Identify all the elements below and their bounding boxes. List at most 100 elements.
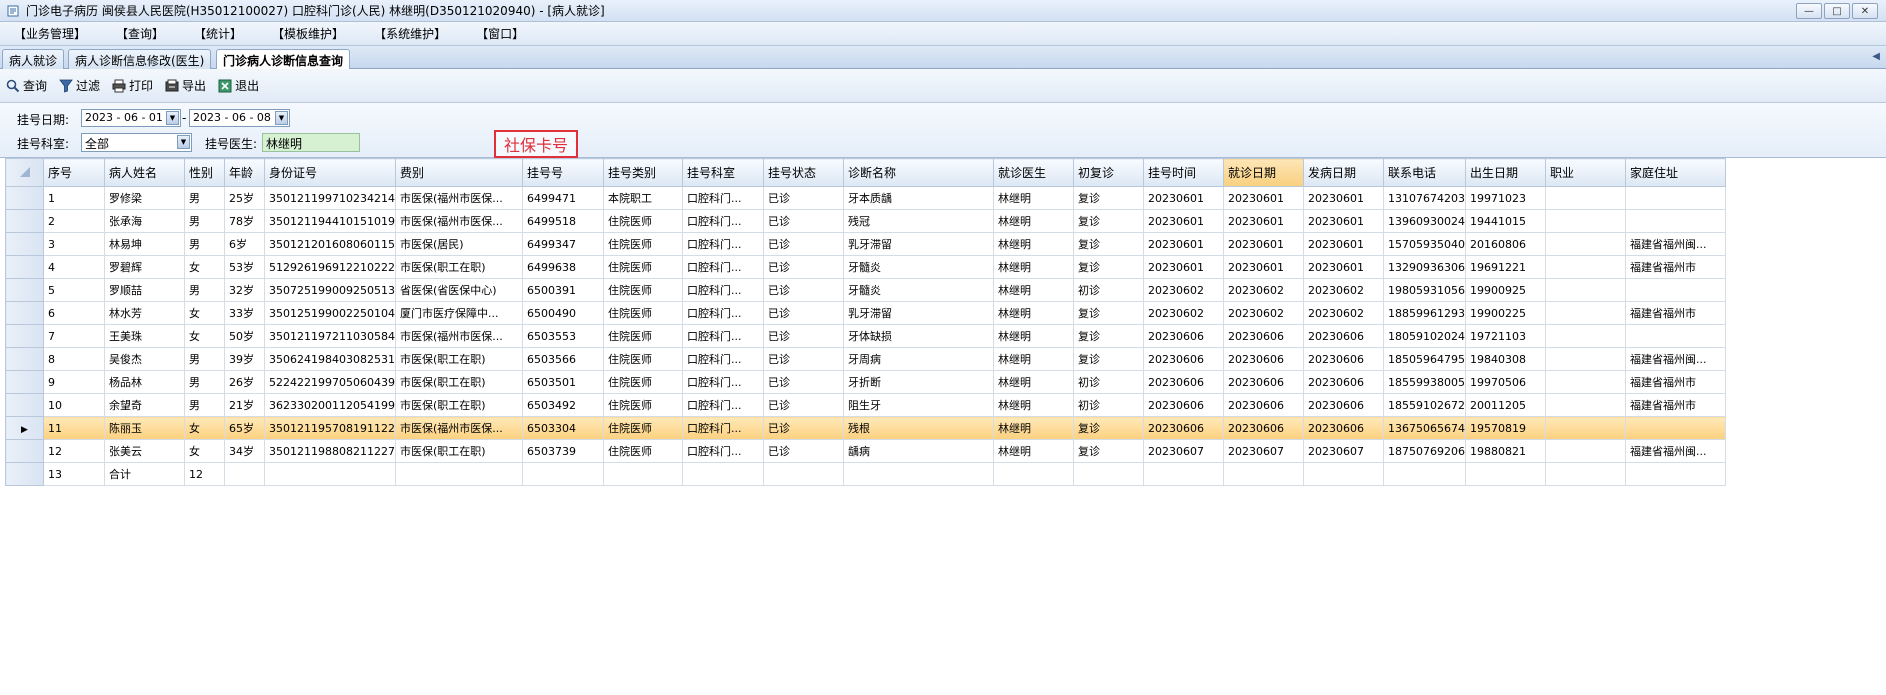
- tab-scroll-left-icon[interactable]: ◀: [1872, 51, 1880, 62]
- table-cell[interactable]: 20230601: [1222, 186, 1304, 210]
- table-cell[interactable]: 20230602: [1222, 278, 1304, 302]
- table-cell[interactable]: 4: [43, 255, 105, 279]
- table-cell[interactable]: 350121197211030584: [264, 324, 396, 348]
- column-header[interactable]: 挂号号: [521, 158, 604, 187]
- table-cell[interactable]: [762, 462, 844, 486]
- table-cell[interactable]: 口腔科门...: [681, 370, 764, 394]
- table-cell[interactable]: 复诊: [1072, 324, 1144, 348]
- table-cell[interactable]: [842, 462, 994, 486]
- table-cell[interactable]: 住院医师: [602, 393, 683, 417]
- table-cell[interactable]: 350725199009250513: [264, 278, 396, 302]
- date-from-dropdown-icon[interactable]: ▼: [166, 111, 179, 125]
- table-cell[interactable]: 男: [184, 186, 225, 210]
- table-cell[interactable]: 林继明: [992, 347, 1074, 371]
- table-cell[interactable]: 牙折断: [842, 370, 994, 394]
- table-cell[interactable]: 杨品林: [104, 370, 185, 394]
- table-cell[interactable]: 林继明: [992, 186, 1074, 210]
- table-cell[interactable]: 女: [184, 439, 225, 463]
- column-header[interactable]: 联系电话: [1382, 158, 1466, 187]
- table-cell[interactable]: [1544, 209, 1626, 233]
- table-cell[interactable]: 乳牙滞留: [842, 301, 994, 325]
- table-cell[interactable]: 牙髓炎: [842, 255, 994, 279]
- table-cell[interactable]: 本院职工: [602, 186, 683, 210]
- table-row[interactable]: 8 吴俊杰男 39岁 350624198403082531 市医保(职工在职) 65035…: [5, 347, 1726, 371]
- grid-corner[interactable]: [5, 158, 44, 187]
- table-cell[interactable]: 复诊: [1072, 186, 1144, 210]
- table-cell[interactable]: 13290936306: [1382, 255, 1466, 279]
- table-cell[interactable]: [1544, 278, 1626, 302]
- table-cell[interactable]: 住院医师: [602, 439, 683, 463]
- table-cell[interactable]: 20230602: [1302, 301, 1384, 325]
- table-cell[interactable]: 6503304: [521, 416, 604, 440]
- table-cell[interactable]: 已诊: [762, 186, 844, 210]
- table-cell[interactable]: 阻生牙: [842, 393, 994, 417]
- table-row[interactable]: 1 罗修梁男 25岁 350121199710234214 市医保(福州市医保... 64…: [5, 186, 1726, 210]
- table-cell[interactable]: 福建省福州市: [1624, 370, 1726, 394]
- table-cell[interactable]: 32岁: [224, 278, 265, 302]
- table-cell[interactable]: 已诊: [762, 324, 844, 348]
- table-cell[interactable]: 女: [184, 416, 225, 440]
- table-cell[interactable]: 复诊: [1072, 347, 1144, 371]
- table-cell[interactable]: 20230602: [1302, 278, 1384, 302]
- column-header[interactable]: 序号: [43, 158, 105, 187]
- table-cell[interactable]: 20230601: [1302, 186, 1384, 210]
- table-cell[interactable]: 福建省福州闽...: [1624, 439, 1726, 463]
- column-header[interactable]: 病人姓名: [104, 158, 185, 187]
- table-cell[interactable]: 牙周病: [842, 347, 994, 371]
- exit-button[interactable]: 退出: [218, 77, 259, 94]
- date-from-input[interactable]: 2023 - 06 - 01 ▼: [81, 109, 181, 127]
- table-row[interactable]: ▶ 11 陈丽玉女 65岁 350121195708191122 市医保(福州市医保...…: [5, 416, 1726, 440]
- table-cell[interactable]: 住院医师: [602, 209, 683, 233]
- table-cell[interactable]: 林继明: [992, 324, 1074, 348]
- table-cell[interactable]: 21岁: [224, 393, 265, 417]
- table-cell[interactable]: 18559938005: [1382, 370, 1466, 394]
- table-cell[interactable]: 20230606: [1142, 324, 1224, 348]
- table-cell[interactable]: 张承海: [104, 209, 185, 233]
- table-cell[interactable]: 初诊: [1072, 370, 1144, 394]
- table-cell[interactable]: 19900225: [1464, 301, 1546, 325]
- table-cell[interactable]: 20230602: [1222, 301, 1304, 325]
- column-header[interactable]: 初复诊: [1072, 158, 1144, 187]
- tab-diagnosis-edit[interactable]: 病人诊断信息修改(医生): [68, 49, 212, 69]
- table-cell[interactable]: 5: [43, 278, 105, 302]
- table-cell[interactable]: 20230606: [1142, 393, 1224, 417]
- table-cell[interactable]: 53岁: [224, 255, 265, 279]
- table-cell[interactable]: 已诊: [762, 393, 844, 417]
- table-cell[interactable]: [1382, 462, 1466, 486]
- table-cell[interactable]: 18559102672: [1382, 393, 1466, 417]
- table-cell[interactable]: [1624, 324, 1726, 348]
- table-row[interactable]: 12 张美云女 34岁 350121198808211227 市医保(职工在职) 6503…: [5, 439, 1726, 463]
- table-cell[interactable]: 19880821: [1464, 439, 1546, 463]
- table-cell[interactable]: 6499638: [521, 255, 604, 279]
- table-cell[interactable]: 市医保(职工在职): [394, 255, 523, 279]
- table-cell[interactable]: 20230607: [1142, 439, 1224, 463]
- table-cell[interactable]: 余望奇: [104, 393, 185, 417]
- table-cell[interactable]: [602, 462, 683, 486]
- table-cell[interactable]: 口腔科门...: [681, 209, 764, 233]
- row-selector[interactable]: [5, 324, 44, 348]
- dept-select[interactable]: 全部 ▼: [81, 133, 192, 152]
- table-cell[interactable]: [1544, 462, 1626, 486]
- table-cell[interactable]: [1624, 278, 1726, 302]
- table-cell[interactable]: [1072, 462, 1144, 486]
- table-cell[interactable]: 350121201608060115: [264, 232, 396, 256]
- table-cell[interactable]: 男: [184, 347, 225, 371]
- dept-dropdown-icon[interactable]: ▼: [177, 135, 190, 149]
- table-cell[interactable]: 18750769206: [1382, 439, 1466, 463]
- table-cell[interactable]: [1544, 186, 1626, 210]
- table-cell[interactable]: 市医保(福州市医保...: [394, 324, 523, 348]
- table-cell[interactable]: 20230606: [1222, 393, 1304, 417]
- table-cell[interactable]: 6岁: [224, 232, 265, 256]
- row-selector[interactable]: ▶: [5, 416, 44, 440]
- table-row[interactable]: 7 王美珠女 50岁 350121197211030584 市医保(福州市医保... 65…: [5, 324, 1726, 348]
- table-cell[interactable]: 市医保(福州市医保...: [394, 209, 523, 233]
- table-row[interactable]: 4 罗碧辉女 53岁 512926196912210222 市医保(职工在职) 64996…: [5, 255, 1726, 279]
- table-cell[interactable]: 78岁: [224, 209, 265, 233]
- table-cell[interactable]: 牙体缺损: [842, 324, 994, 348]
- column-header[interactable]: 就诊医生: [992, 158, 1074, 187]
- table-cell[interactable]: [1222, 462, 1304, 486]
- table-cell[interactable]: 林水芳: [104, 301, 185, 325]
- table-cell[interactable]: 市医保(职工在职): [394, 370, 523, 394]
- table-cell[interactable]: 林继明: [992, 393, 1074, 417]
- table-cell[interactable]: 20230602: [1142, 301, 1224, 325]
